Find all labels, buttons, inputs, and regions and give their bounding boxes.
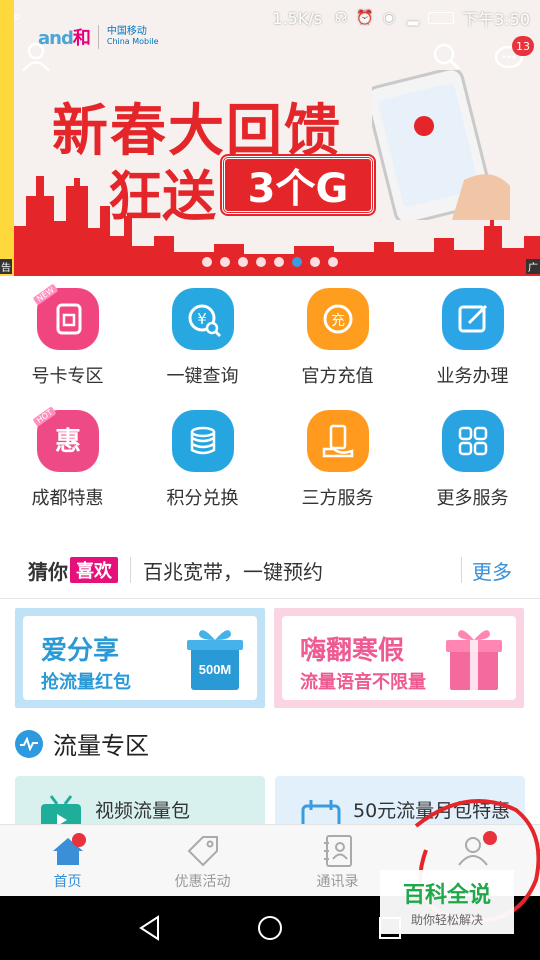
service-item[interactable]: 三方服务 xyxy=(270,410,405,510)
nav-label: 优惠活动 xyxy=(174,874,231,890)
promo-card-winter[interactable]: 嗨翻寒假 流量语音不限量 xyxy=(274,608,524,708)
grid-icon xyxy=(441,410,504,472)
search-icon[interactable] xyxy=(432,42,462,72)
banner-dot[interactable] xyxy=(292,257,302,267)
yuan-search-icon: ¥ xyxy=(171,288,234,350)
service-item[interactable]: 更多服务 xyxy=(405,410,540,510)
banner-title-line2: 狂送 xyxy=(108,164,216,228)
signal-icon: ▂ xyxy=(407,10,419,26)
svg-text:充: 充 xyxy=(331,313,345,329)
banner-dot[interactable] xyxy=(238,257,248,267)
banner-dot[interactable] xyxy=(220,257,230,267)
contacts-icon xyxy=(323,835,352,867)
service-label: 积分兑换 xyxy=(166,488,239,509)
headset-icon: ☊ xyxy=(334,10,348,26)
message-badge: 13 xyxy=(512,36,534,56)
coins-icon xyxy=(171,410,234,472)
eye-icon: ◉ xyxy=(382,10,396,26)
gift-500m-icon: 500M xyxy=(187,630,243,690)
alarm-icon: ⏰ xyxy=(356,10,374,26)
watermark-logo: 百科全说 助你轻松解决 xyxy=(380,870,514,934)
banner-prev-peek: 告 xyxy=(0,0,14,276)
section-header: 流量专区 xyxy=(15,726,149,761)
network-speed: 1.5K/s xyxy=(272,8,323,28)
edit-icon xyxy=(441,288,504,350)
banner-dot[interactable] xyxy=(274,257,284,267)
flow-card-video[interactable]: 视频流量包 xyxy=(15,776,265,826)
guess-divider-right xyxy=(461,557,462,583)
flow-label: 视频流量包 xyxy=(95,800,191,822)
guess-divider xyxy=(130,557,131,583)
banner-pagination[interactable] xyxy=(0,257,540,267)
back-icon[interactable] xyxy=(136,914,164,942)
more-link[interactable]: 更多 xyxy=(472,556,512,585)
service-label: 号卡专区 xyxy=(31,366,104,387)
home-notification-dot xyxy=(72,833,86,847)
tag-icon xyxy=(187,836,218,867)
app-logo: and和 中国移动 China Mobile xyxy=(38,22,159,52)
promo-title: 嗨翻寒假 xyxy=(300,636,405,666)
service-label: 更多服务 xyxy=(436,488,509,509)
pulse-icon xyxy=(15,729,43,758)
service-item[interactable]: 惠 HOT 成都特惠 xyxy=(0,406,135,510)
home-button-icon[interactable] xyxy=(256,914,284,942)
promo-card-share[interactable]: 爱分享 抢流量红包 500M xyxy=(15,608,265,708)
banner-dot[interactable] xyxy=(202,257,212,267)
logo-divider xyxy=(97,25,99,49)
service-label: 官方充值 xyxy=(301,366,374,387)
guess-tag: 喜欢 xyxy=(70,557,118,583)
calendar-icon xyxy=(301,800,341,826)
divider xyxy=(0,598,540,599)
user-icon[interactable] xyxy=(20,40,52,72)
nav-label: 通讯录 xyxy=(316,874,359,890)
clock: 下午3:50 xyxy=(462,10,530,29)
promo-subtitle: 抢流量红包 xyxy=(41,672,131,693)
nav-label: 首页 xyxy=(53,874,82,890)
hand-phone-icon xyxy=(306,410,369,472)
svg-text:¥: ¥ xyxy=(197,310,207,328)
guess-recommendation[interactable]: 百兆宽带，一键预约 xyxy=(143,556,461,585)
service-label: 成都特惠 xyxy=(31,488,104,509)
guess-prefix: 猜你 xyxy=(28,559,68,584)
gift-box-icon xyxy=(446,630,502,690)
battery-icon xyxy=(428,12,455,24)
banner-dot[interactable] xyxy=(310,257,320,267)
service-item[interactable]: 充官方充值 xyxy=(270,288,405,388)
recharge-icon: 充 xyxy=(306,288,369,350)
notification-icon: ⚪ xyxy=(12,10,23,24)
service-item[interactable]: 业务办理 xyxy=(405,288,540,388)
tv-icon xyxy=(41,795,81,826)
nav-home[interactable]: 首页 xyxy=(0,825,135,896)
carrier-logo: 中国移动 China Mobile xyxy=(106,26,159,47)
sim-card-icon: NEW xyxy=(32,283,99,350)
hand-phone-graphic xyxy=(372,70,510,220)
banner-highlight: 3个G xyxy=(220,154,376,216)
svg-text:惠: 惠 xyxy=(54,427,80,457)
service-label: 业务办理 xyxy=(436,366,509,387)
guess-you-like-row[interactable]: 猜你 喜欢 百兆宽带，一键预约 更多 xyxy=(0,548,540,592)
service-item[interactable]: 积分兑换 xyxy=(135,410,270,510)
discount-icon: 惠 HOT xyxy=(32,406,99,472)
service-label: 三方服务 xyxy=(301,488,374,509)
gift-text: 500M xyxy=(199,662,232,677)
watermark-title: 百科全说 xyxy=(402,882,491,908)
banner-dot[interactable] xyxy=(328,257,338,267)
promo-title: 爱分享 xyxy=(41,636,120,666)
banner-dot[interactable] xyxy=(256,257,266,267)
service-item[interactable]: NEW 号卡专区 xyxy=(0,283,135,388)
section-title: 流量专区 xyxy=(53,732,149,760)
service-item[interactable]: ¥ 一键查询 xyxy=(135,288,270,388)
nav-promotions[interactable]: 优惠活动 xyxy=(135,825,270,896)
promo-subtitle: 流量语音不限量 xyxy=(300,672,426,693)
service-label: 一键查询 xyxy=(166,366,239,387)
service-grid: NEW 号卡专区 ¥ 一键查询充官方充值 业务办理惠 HOT 成都特惠 积分兑换 三方服务 更多服… xyxy=(0,283,540,510)
watermark-subtitle: 助你轻松解决 xyxy=(410,912,483,927)
